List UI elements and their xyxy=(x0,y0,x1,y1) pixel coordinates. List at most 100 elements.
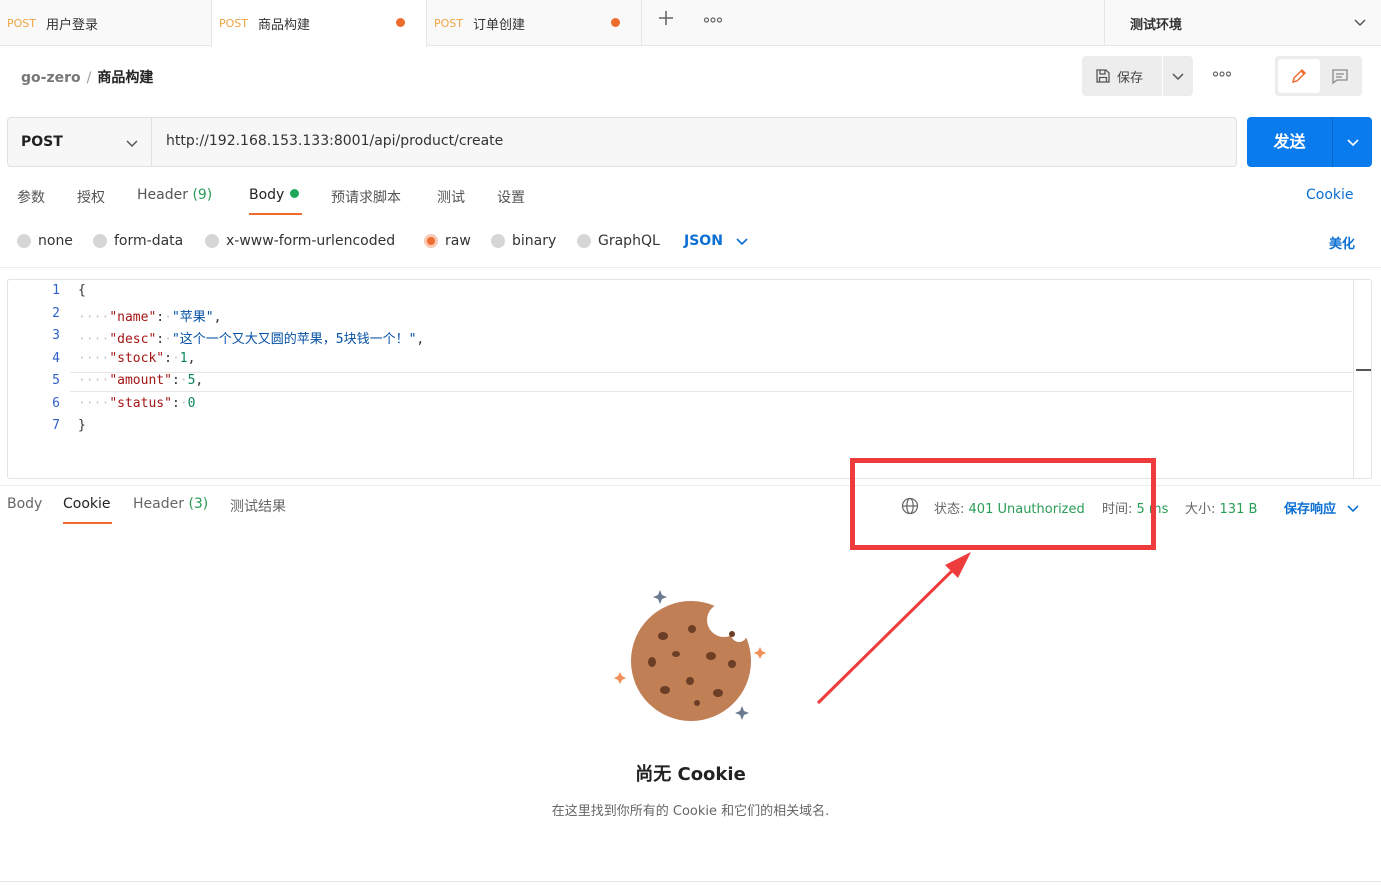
tab-name: 订单创建 xyxy=(473,17,526,33)
tab-params[interactable]: 参数 xyxy=(17,187,45,207)
radio-urlencoded[interactable]: x-www-form-urlencoded xyxy=(205,233,395,249)
tab-order-create[interactable]: POST 订单创建 xyxy=(427,0,642,46)
radio-graphql[interactable]: GraphQL xyxy=(577,233,660,249)
chevron-down-icon xyxy=(1353,15,1367,33)
radio-circle xyxy=(577,234,591,248)
json-value: 5 xyxy=(187,373,196,388)
chevron-down-icon xyxy=(1347,504,1359,512)
environment-name: 测试环境 xyxy=(1130,17,1183,33)
radio-raw[interactable]: raw xyxy=(424,233,471,249)
tab-name: 商品构建 xyxy=(258,18,311,33)
tab-method: POST xyxy=(219,17,248,30)
chevron-down-icon xyxy=(736,238,748,246)
response-headers-label: Header xyxy=(133,496,184,512)
save-response-button[interactable]: 保存响应 xyxy=(1284,498,1360,517)
code-line: ····"desc":·"这个一个又大又圆的苹果，5块钱一个！", xyxy=(78,332,425,347)
code-line: ····"amount":·5, xyxy=(78,373,204,388)
json-value: "这个一个又大又圆的苹果，5块钱一个！" xyxy=(171,332,417,347)
radio-form-data[interactable]: form-data xyxy=(93,233,183,249)
response-size: 大小: 131 B xyxy=(1185,498,1257,517)
radio-none[interactable]: none xyxy=(17,233,73,249)
save-label: 保存 xyxy=(1117,70,1144,86)
annotation-highlight-box xyxy=(850,458,1156,550)
radio-label: form-data xyxy=(114,233,184,249)
request-url-bar: POST http://192.168.153.133:8001/api/pro… xyxy=(7,117,1237,167)
current-line-highlight xyxy=(70,372,1352,392)
send-options-button[interactable] xyxy=(1333,117,1372,167)
tab-tests[interactable]: 测试 xyxy=(437,187,465,207)
divider xyxy=(0,267,1381,268)
json-key: "status" xyxy=(109,396,172,411)
line-number-gutter: 1 2 3 4 5 6 7 xyxy=(8,280,70,478)
tab-user-login[interactable]: POST 用户登录 xyxy=(0,0,212,46)
view-mode-toggle xyxy=(1275,56,1362,96)
scroll-position-marker xyxy=(1356,369,1371,371)
code-line: ····"stock":·1, xyxy=(78,351,196,366)
active-tab-indicator xyxy=(249,213,302,215)
plus-icon[interactable] xyxy=(656,8,676,34)
save-options-button[interactable] xyxy=(1163,56,1193,96)
empty-state-subtitle: 在这里找到你所有的 Cookie 和它们的相关域名. xyxy=(551,804,830,819)
response-tab-cookie[interactable]: Cookie xyxy=(63,496,111,512)
body-format-selector[interactable]: JSON xyxy=(684,233,749,249)
response-tab-body[interactable]: Body xyxy=(7,496,42,512)
save-response-label: 保存响应 xyxy=(1284,502,1337,517)
url-input[interactable]: http://192.168.153.133:8001/api/product/… xyxy=(166,133,503,149)
chevron-down-icon xyxy=(1172,73,1184,81)
cookie-link[interactable]: Cookie xyxy=(1306,187,1354,203)
chevron-down-icon xyxy=(125,136,139,154)
beautify-button[interactable]: 美化 xyxy=(1329,233,1355,252)
json-key: "name" xyxy=(109,310,157,325)
json-value: "苹果" xyxy=(171,310,214,325)
brace: } xyxy=(78,418,86,433)
response-tab-headers[interactable]: Header (3) xyxy=(133,496,208,512)
radio-circle xyxy=(17,234,31,248)
comment-icon xyxy=(1332,69,1348,85)
breadcrumb-separator: / xyxy=(86,70,92,86)
method-selector[interactable]: POST xyxy=(8,118,152,166)
unsaved-dot-icon xyxy=(396,18,405,27)
breadcrumb-current[interactable]: 商品构建 xyxy=(97,70,153,86)
line-number: 4 xyxy=(52,351,60,366)
tab-headers[interactable]: Header (9) xyxy=(137,187,212,203)
response-divider xyxy=(0,485,1381,486)
tab-product-create[interactable]: POST 商品构建 xyxy=(212,0,427,47)
radio-label: raw xyxy=(445,233,471,249)
radio-circle xyxy=(205,234,219,248)
line-number: 5 xyxy=(52,373,60,388)
active-tab-indicator xyxy=(63,522,112,524)
pencil-icon xyxy=(1291,68,1307,84)
method-label: POST xyxy=(21,134,63,150)
tab-body[interactable]: Body xyxy=(249,187,300,203)
breadcrumb-workspace[interactable]: go-zero xyxy=(21,70,81,86)
tab-auth[interactable]: 授权 xyxy=(77,187,105,207)
send-button[interactable]: 发送 xyxy=(1247,117,1332,167)
tab-settings[interactable]: 设置 xyxy=(497,187,525,207)
response-tab-test-results[interactable]: 测试结果 xyxy=(230,496,286,516)
brace: { xyxy=(78,283,86,298)
json-key: "desc" xyxy=(109,332,157,347)
more-horizontal-icon[interactable] xyxy=(703,10,723,36)
chevron-down-icon xyxy=(1346,139,1359,147)
radio-label: x-www-form-urlencoded xyxy=(226,233,396,249)
comments-button[interactable] xyxy=(1321,59,1359,93)
json-key: "stock" xyxy=(109,351,165,366)
editor-scrollbar[interactable] xyxy=(1353,280,1371,478)
more-horizontal-icon[interactable] xyxy=(1212,64,1232,88)
tab-body-label: Body xyxy=(249,187,285,203)
radio-binary[interactable]: binary xyxy=(491,233,556,249)
cookie-illustration-icon xyxy=(614,590,766,721)
body-code-editor[interactable]: 1 2 3 4 5 6 7 { ····"name":·"苹果", ····"d… xyxy=(7,279,1372,479)
tab-headers-label: Header xyxy=(137,187,188,203)
line-number: 1 xyxy=(52,283,60,298)
edit-mode-button[interactable] xyxy=(1278,59,1320,93)
tab-method: POST xyxy=(434,16,463,30)
size-label: 大小: xyxy=(1185,502,1216,517)
tab-pre-request-script[interactable]: 预请求脚本 xyxy=(331,187,401,207)
save-button[interactable]: 保存 xyxy=(1082,56,1162,96)
line-number: 2 xyxy=(52,306,60,321)
response-headers-count: (3) xyxy=(188,496,209,512)
radio-label: none xyxy=(38,233,73,249)
code-line: { xyxy=(78,283,86,298)
environment-selector[interactable]: 测试环境 xyxy=(1104,0,1381,46)
